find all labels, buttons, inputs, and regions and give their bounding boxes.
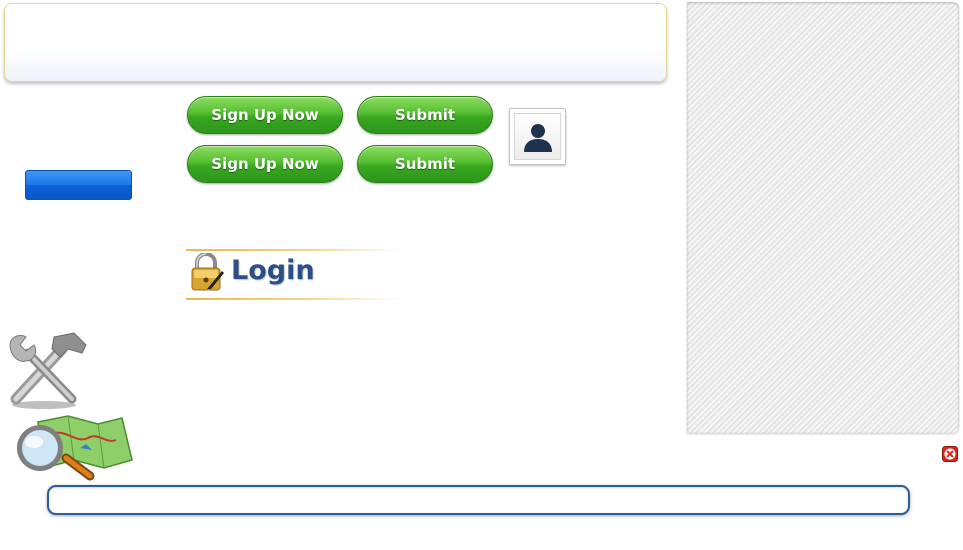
close-icon[interactable] — [942, 446, 958, 462]
sign-up-button-secondary[interactable]: Sign Up Now — [187, 145, 343, 183]
submit-button-secondary[interactable]: Submit — [357, 145, 493, 183]
login-bottom-divider — [186, 298, 401, 300]
login-header: Login — [186, 249, 401, 301]
blue-button[interactable] — [25, 170, 132, 200]
submit-button[interactable]: Submit — [357, 96, 493, 134]
login-top-divider — [186, 249, 401, 251]
side-striped-panel — [687, 2, 959, 433]
map-magnifier-icon — [17, 415, 133, 481]
top-banner-panel — [4, 3, 667, 82]
search-input[interactable] — [47, 485, 910, 515]
sign-up-button[interactable]: Sign Up Now — [187, 96, 343, 134]
padlock-icon — [191, 253, 224, 291]
login-title: Login — [231, 255, 315, 286]
user-avatar-icon — [523, 123, 552, 152]
avatar-frame — [514, 113, 561, 160]
wrench-hammer-icon — [9, 332, 87, 409]
avatar-button[interactable] — [509, 108, 566, 165]
